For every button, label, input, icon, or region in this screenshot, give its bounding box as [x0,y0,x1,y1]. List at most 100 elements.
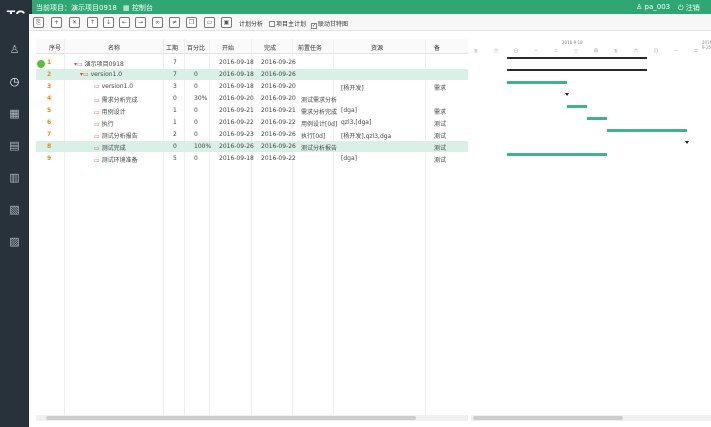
link-icon[interactable]: ∞ [152,17,163,28]
save-icon[interactable]: ▣ [221,17,232,28]
task-name: version1.0 [90,71,123,78]
outdent-icon[interactable]: ← [119,17,130,28]
linked-gantt-checkbox[interactable]: ✓ [311,23,317,29]
chart-icon[interactable]: ▨ [5,233,24,251]
table-row[interactable]: 3 ▭ version1.0 3 0 2016-09-18 2016-09-20 [杨开发]… [36,81,468,92]
report-icon[interactable]: ▧ [5,201,24,219]
cell-num: 5 [47,107,52,114]
table-scrollbar[interactable] [36,415,468,421]
col-name[interactable]: 名称 [108,43,120,52]
move-down-icon[interactable]: ↓ [103,17,114,28]
col-resource[interactable]: 资源 [371,43,383,52]
current-project[interactable]: 当前项目：演示项目0918 [36,3,117,13]
unlink-icon[interactable]: ≠ [169,17,180,28]
cell-pred: 需求分析完成 [301,109,338,116]
task-icon[interactable]: ▭ [94,145,102,152]
col-predecessor[interactable]: 前置任务 [298,43,322,52]
table-row[interactable]: 6 ▭ 执行 1 0 2016-09-22 2016-09-22 用例设计[0d] qzl3,… [36,117,468,128]
cell-res: [杨开发] [341,85,364,92]
folder-icon[interactable]: ▾▭ [80,71,91,78]
gantt-week-1: 2016-9-18 [562,40,583,45]
gantt-task-bar[interactable] [607,129,687,132]
cell-start: 2016-09-23 [219,131,254,138]
top-bar: 当前项目：演示项目0918 ▦ 控制台 ♙ pa_003 ⏻ 注销 [0,0,711,14]
console-link[interactable]: ▦ 控制台 [123,3,153,13]
table-scroll-thumb[interactable] [46,416,416,420]
document-icon[interactable]: ▥ [5,169,24,187]
cell-pct: 0 [194,71,198,78]
gantt-scroll-thumb[interactable] [473,416,623,420]
indent-icon[interactable]: → [135,17,146,28]
gantt-task-bar[interactable] [567,105,587,108]
folder-icon[interactable]: ▤ [5,137,24,155]
table-row[interactable]: 1 ▾▭ 演示项目0918 7 2016-09-18 2016-09-26 [36,57,468,68]
task-icon[interactable]: ▭ [94,97,102,104]
logout-link[interactable]: ⏻ 注销 [678,3,700,13]
copy-icon[interactable]: ❐ [186,17,197,28]
task-icon[interactable]: ▭ [94,157,102,164]
cell-start: 2016-09-20 [219,95,254,102]
cell-num: 8 [47,143,52,150]
project-main-plan-toggle[interactable]: 项目主计划 [269,19,306,28]
delete-icon[interactable]: ✕ [69,17,80,28]
cell-pred: 测试需求分析 [301,97,338,104]
table-row[interactable]: 2 ▾▭ version1.0 7 0 2016-09-18 2016-09-26 [36,69,468,80]
cell-dur: 5 [173,155,177,162]
col-end[interactable]: 完成 [264,43,276,52]
cell-end: 2016-09-21 [261,107,296,114]
task-icon[interactable]: ▭ [94,83,102,90]
col-start[interactable]: 开始 [222,43,234,52]
task-grid: 序号 名称 工期 百分比 开始 完成 前置任务 资源 备 1 ▾▭ 演示项目091… [29,31,711,427]
cell-pred: 用例设计[0d] [301,121,338,128]
cell-res: [杨开发],qzl3,dga [341,133,392,140]
cell-dur: 7 [173,59,177,66]
task-name: 需求分析完成 [101,97,138,104]
cell-start: 2016-09-18 [219,155,254,162]
task-icon[interactable]: ▭ [94,109,102,116]
schedule-icon[interactable]: ◷ [5,73,24,91]
gantt-summary-bar[interactable] [507,57,647,59]
plan-analysis-button[interactable]: 计划分析 [239,19,263,28]
gantt-summary-bar[interactable] [507,69,647,71]
cell-start: 2016-09-22 [219,119,254,126]
task-icon[interactable]: ▭ [94,133,102,140]
calendar-icon[interactable]: ▦ [5,105,24,123]
linked-gantt-toggle[interactable]: ✓ 联动甘特图 [311,19,348,29]
cell-pct: 30% [194,95,208,102]
users-icon[interactable]: ♙ [5,41,24,59]
add-icon[interactable]: + [51,17,62,28]
col-extra[interactable]: 备 [434,43,440,52]
cell-dur: 1 [173,107,177,114]
linked-gantt-label: 联动甘特图 [318,21,349,28]
main-plan-checkbox[interactable] [269,21,275,27]
col-num[interactable]: 序号 [49,43,61,52]
table-row[interactable]: 5 ▭ 用例设计 1 0 2016-09-21 2016-09-21 需求分析完成 [dga]… [36,105,468,116]
table-row[interactable]: 7 ▭ 测试分析报告 2 0 2016-09-23 2016-09-26 执行[0d] [杨开… [36,129,468,140]
table-row[interactable]: 9 ▭ 测试环境准备 5 0 2016-09-18 2016-09-22 [dga] 测试 [36,153,468,164]
gantt-task-bar[interactable] [507,81,567,84]
user-menu[interactable]: ♙ pa_003 [636,3,670,11]
export-icon[interactable]: ⎘ [33,17,44,28]
task-name: 测试完成 [101,145,126,152]
gantt-milestone[interactable] [565,93,569,96]
cell-num: 9 [47,155,52,162]
gantt-scrollbar[interactable] [471,415,711,421]
task-icon[interactable]: ▭ [94,121,102,128]
col-percent[interactable]: 百分比 [187,43,205,52]
move-up-icon[interactable]: ↑ [87,17,98,28]
cell-dur: 1 [173,119,177,126]
cell-num: 6 [47,119,52,126]
gantt-task-bar[interactable] [587,117,607,120]
gantt-milestone[interactable] [685,141,689,144]
cell-pct: 100% [194,143,212,150]
table-row[interactable]: 8 ▭ 测试完成 0 100% 2016-09-26 2016-09-26 测试分析报告 测试 [36,141,468,152]
folder-open-icon[interactable]: ▭ [204,17,215,28]
gantt-chart: 2016-9-18 2016-9-25 五六日一二三四五六日一二三 [471,39,711,416]
cell-name: ▾▭ version1.0 [80,71,174,78]
gantt-task-bar[interactable] [507,153,607,156]
col-duration[interactable]: 工期 [166,43,178,52]
folder-icon[interactable]: ▾▭ [74,61,85,68]
table-row[interactable]: 4 ▭ 需求分析完成 0 30% 2016-09-20 2016-09-20 测试需求分析 [36,93,468,104]
cell-pct: 0 [194,107,198,114]
cell-extra: 测试 [434,145,447,152]
